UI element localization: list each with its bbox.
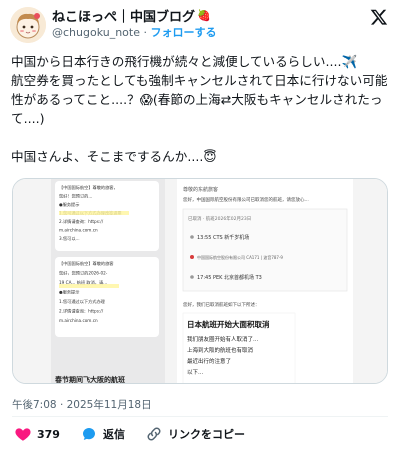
avatar[interactable]	[10, 7, 46, 43]
left-bottom-caption: 春节期间飞大阪的航班	[54, 375, 125, 384]
tweet-date[interactable]: 2025年11月18日	[67, 399, 152, 411]
left-screenshot-line: 您好！您预订的...	[59, 193, 92, 200]
copy-link-label: リンクをコピー	[167, 428, 245, 441]
action-bar: 379 返信 リンクをコピー	[14, 421, 265, 447]
x-logo-icon[interactable]	[370, 8, 388, 26]
flight-arrival: 17:45 PEK 北京首都机场 T3	[197, 274, 262, 281]
like-count: 379	[37, 427, 60, 441]
handle-row: @chugoku_note · フォローする	[52, 24, 217, 40]
avatar-illustration	[10, 7, 46, 43]
left-screenshot-line: ●服务提示	[59, 201, 79, 208]
right-screenshot-line: 以下...	[187, 369, 203, 376]
reply-bubble-icon	[82, 428, 95, 440]
display-name-row[interactable]: ねこほっぺ｜中国ブログ 🍓	[52, 6, 211, 25]
left-screenshot-line: 3.您可以...	[59, 235, 80, 241]
user-handle[interactable]: @chugoku_note	[52, 26, 140, 39]
display-name[interactable]: ねこほっぺ｜中国ブログ	[52, 6, 195, 25]
left-screenshot-line: 2.详情请查询：https://	[59, 308, 104, 315]
tweet-meta[interactable]: 午後7:08 · 2025年11月18日	[12, 397, 152, 412]
like-button[interactable]: 379	[14, 425, 60, 443]
reply-label: 返信	[102, 428, 125, 441]
heart-icon	[15, 428, 31, 441]
divider	[12, 416, 388, 417]
right-screenshot-line: 上海到大阪的航班也有取消	[187, 346, 254, 354]
tweet-time[interactable]: 午後7:08	[12, 399, 57, 411]
follow-button[interactable]: フォローする	[151, 26, 217, 39]
link-icon	[147, 427, 161, 441]
tweet-text: 中国から日本行きの飛行機が続々と減便しているらしい....✈️ 航空券を買ったと…	[11, 54, 388, 164]
right-notice: 您好，中国国际航空股份有限公司已取消您的航班，请您放心...	[183, 196, 309, 203]
copy-link-button[interactable]: リンクをコピー	[145, 425, 245, 443]
flight-carrier: 中国国际航空股份有限公司 CA171 | 波音787-9	[197, 254, 283, 260]
left-screenshot-line: 【中国国际航空】尊敬的旅客，	[59, 184, 118, 191]
tweet-header: ねこほっぺ｜中国ブログ 🍓 @chugoku_note · フォローする	[0, 0, 400, 48]
strawberry-icon: 🍓	[197, 9, 211, 22]
right-screenshot-line: 最近出行的注意了	[187, 357, 231, 365]
left-screenshot-line: m.airchina.com.cn	[59, 228, 98, 233]
right-greeting: 尊敬的东航旅客	[183, 186, 218, 193]
cancel-note: 您好，我们已取消航班如下以下所述：	[183, 301, 260, 308]
attached-screenshots: 【中国国际航空】尊敬的旅客，您好！您预订的...●服务提示1.您可通过以下方式办…	[13, 179, 387, 384]
flight-date: 已取消 · 航班2026年02月23日	[188, 215, 251, 222]
left-screenshot-line: m.airchina.com.cn	[59, 318, 98, 323]
flight-departure: 13:55 CTS 新千岁机场	[197, 234, 249, 241]
reply-button[interactable]: 返信	[80, 425, 125, 443]
separator-dot: ·	[143, 26, 148, 39]
cancel-headline: 日本航班开始大面积取消	[187, 319, 270, 329]
left-screenshot-line: 2.详情请查询：https://	[59, 218, 104, 225]
left-screenshot-line: 【中国国际航空】尊敬的旅客	[59, 260, 114, 267]
right-screenshot-line: 我们朋友圈开始有人取消了...	[187, 335, 258, 343]
left-screenshot-line: ●服务提示	[59, 289, 79, 296]
left-screenshot-line: 您好，您预订的2026-02-	[59, 270, 108, 277]
left-screenshot-line: 1.您可通过以下方式办理	[59, 298, 106, 305]
meta-separator: ·	[59, 399, 64, 411]
tweet-media-image[interactable]: 【中国国际航空】尊敬的旅客，您好！您预订的...●服务提示1.您可通过以下方式办…	[12, 178, 388, 384]
